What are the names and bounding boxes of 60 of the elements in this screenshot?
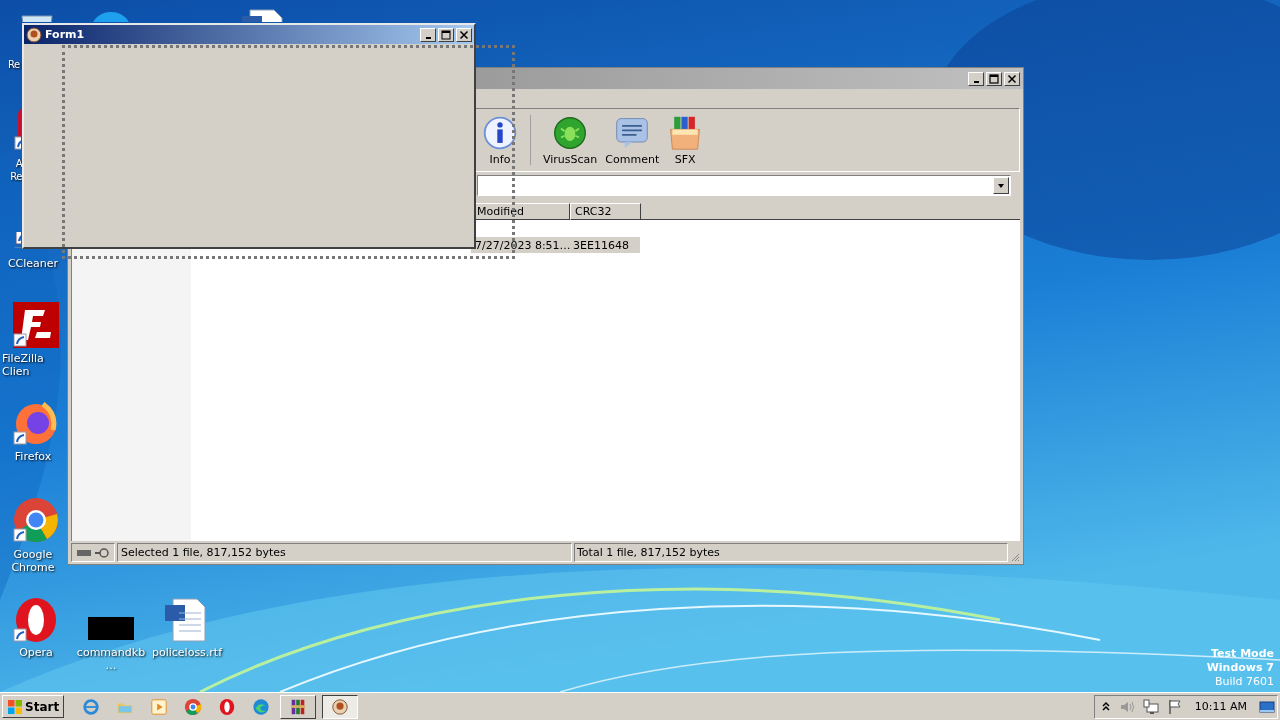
icon-label[interactable]: Re	[8, 58, 22, 71]
watermark-text: Build 7601	[1213, 675, 1274, 689]
bug-icon	[552, 114, 589, 151]
document-icon[interactable]	[240, 8, 286, 22]
firefox-icon[interactable]	[13, 400, 59, 446]
icon-label[interactable]: FileZilla Clien	[2, 352, 66, 378]
toolbar-button[interactable]: Info	[480, 114, 520, 166]
document-icon[interactable]	[163, 597, 209, 643]
chevron-up-icon[interactable]	[1100, 700, 1111, 713]
minimize-icon	[425, 36, 431, 39]
app-icon	[26, 26, 42, 43]
opera-icon[interactable]	[13, 597, 59, 643]
info-icon	[482, 114, 518, 151]
chrome-icon[interactable]	[13, 497, 59, 543]
filezilla-icon[interactable]	[13, 302, 59, 348]
minimize-button[interactable]	[968, 71, 984, 86]
watermark-text: Test Mode	[1210, 647, 1274, 661]
edge-icon	[252, 697, 271, 716]
dropdown-button[interactable]	[993, 177, 1009, 194]
drive-key-icon	[76, 546, 110, 559]
icon-label[interactable]: Firefox	[0, 450, 66, 463]
windows-logo-icon	[7, 698, 23, 715]
close-button[interactable]	[1004, 71, 1020, 86]
path-field[interactable]	[477, 175, 1011, 196]
column-header[interactable]: CRC32	[570, 203, 641, 220]
toolbar-button[interactable]: Comment	[603, 114, 662, 166]
opera-icon	[218, 697, 237, 716]
show-desktop-icon[interactable]	[1259, 698, 1275, 715]
taskbar-button[interactable]	[322, 694, 359, 719]
maximize-button[interactable]	[438, 27, 454, 42]
maximize-icon	[989, 73, 999, 84]
icon-label[interactable]: A Re	[8, 157, 22, 183]
chrome-icon	[184, 697, 203, 716]
shortcut-icon[interactable]	[14, 232, 21, 248]
close-icon	[459, 29, 469, 40]
media-player-icon	[150, 697, 169, 716]
minimize-button[interactable]	[420, 27, 436, 42]
status-text: Total 1 file, 817,152 bytes	[574, 543, 1008, 562]
toolbar-button[interactable]: VirusScan	[541, 114, 600, 166]
table-cell-text: 7/27/2023 8:51…	[474, 238, 569, 252]
maximize-button[interactable]	[986, 71, 1002, 86]
status-text: Selected 1 file, 817,152 bytes	[117, 543, 572, 562]
close-icon	[1007, 73, 1017, 84]
internet-explorer-icon	[82, 697, 101, 716]
window-title: Form1	[45, 28, 86, 41]
icon-label[interactable]: CCleaner	[0, 257, 66, 270]
resize-grip-icon[interactable]	[1010, 552, 1020, 562]
network-icon[interactable]	[1142, 698, 1159, 715]
maximize-icon	[441, 29, 451, 40]
file-row[interactable]: 7/27/2023 8:51… 3EE11648	[471, 237, 640, 253]
flag-icon[interactable]	[1166, 698, 1183, 715]
minimize-icon	[973, 80, 979, 83]
app-icon	[331, 697, 350, 716]
close-button[interactable]	[456, 27, 472, 42]
table-cell-text: 3EE11648	[572, 238, 630, 252]
toolbar-button[interactable]: SFX	[665, 114, 706, 166]
books-icon	[289, 697, 308, 716]
watermark-text: Windows 7	[1206, 661, 1274, 675]
clock[interactable]: 10:11 AM	[1194, 700, 1247, 713]
start-button[interactable]: Start	[2, 695, 65, 718]
